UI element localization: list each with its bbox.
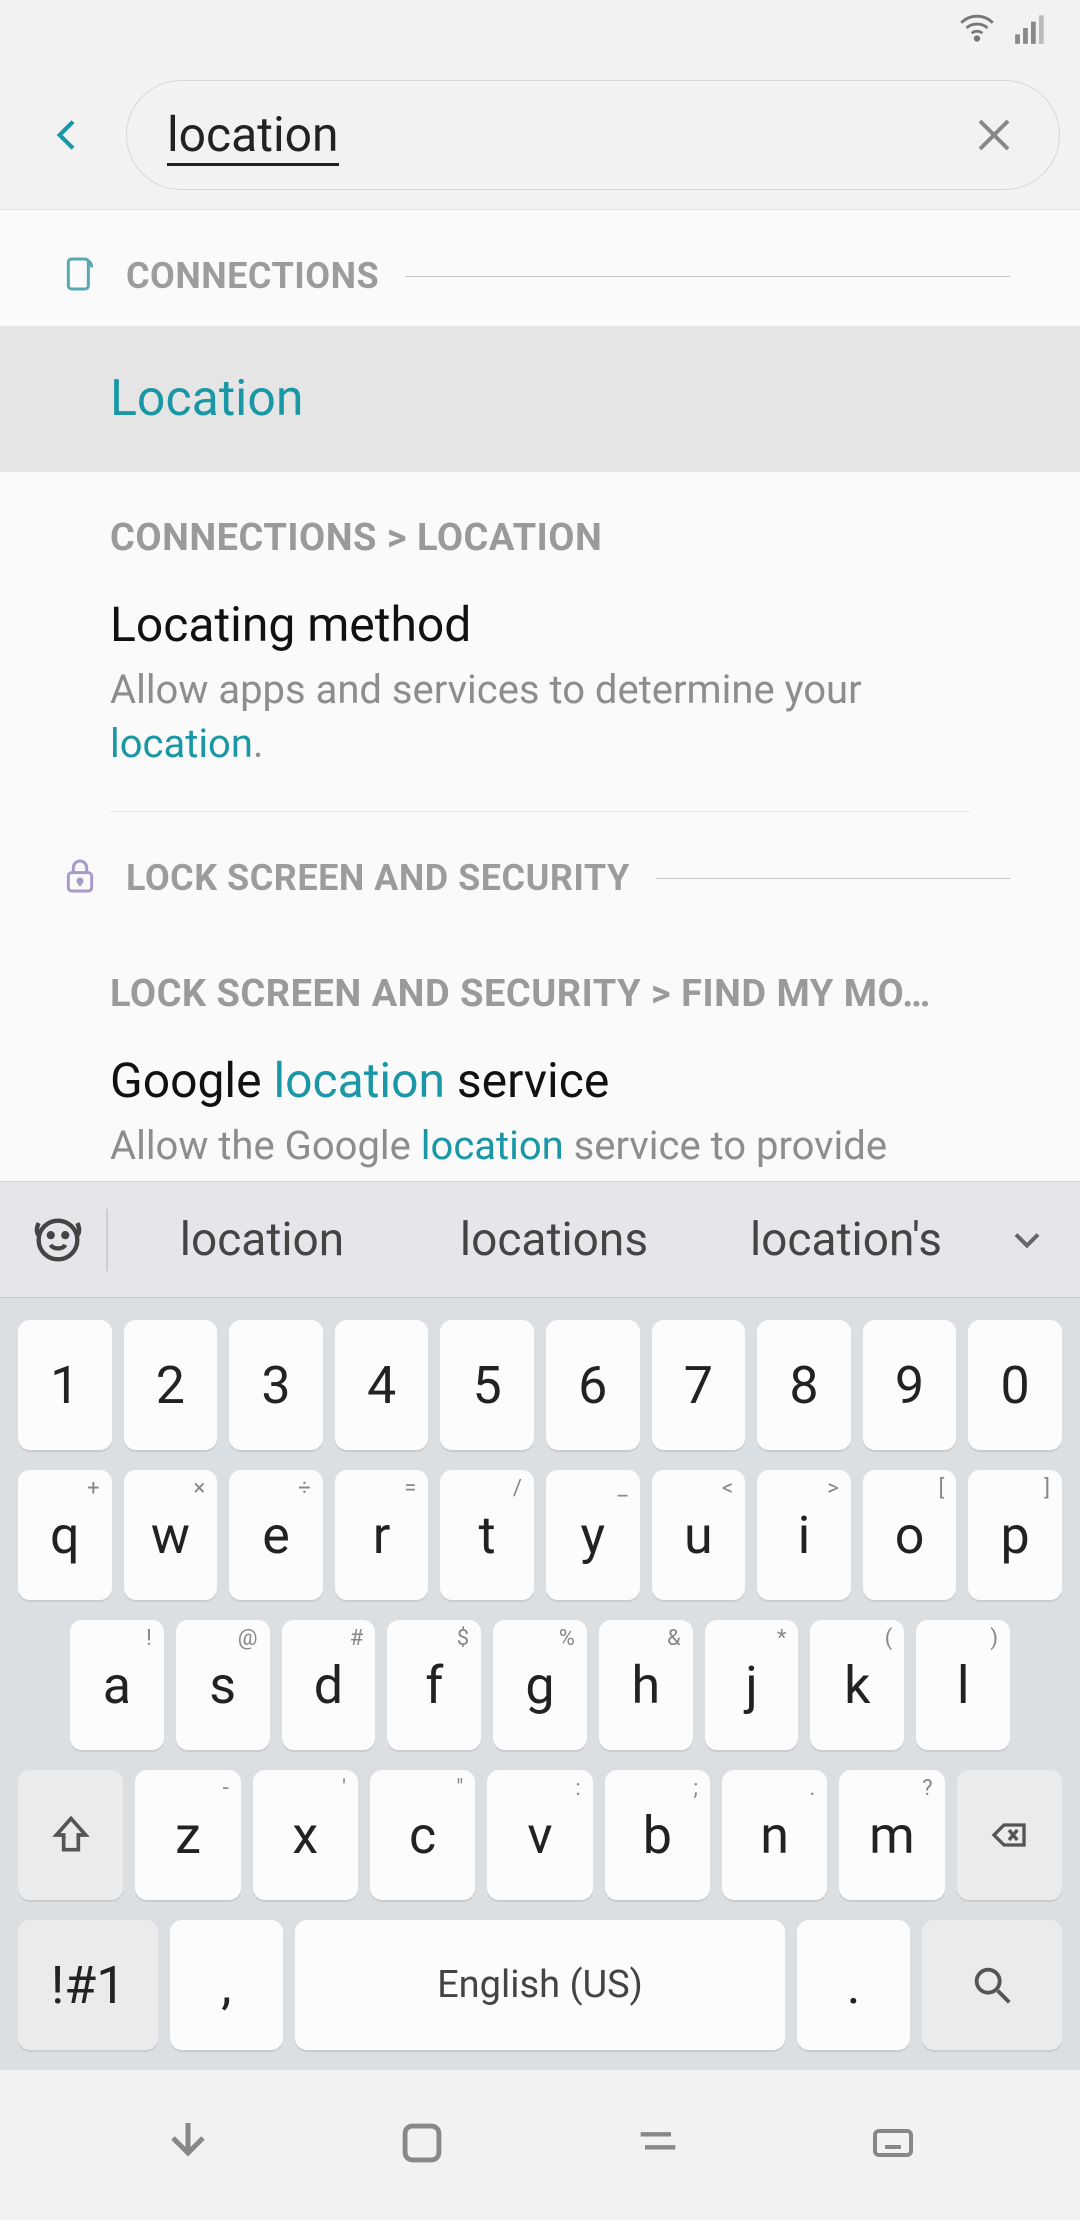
key-q[interactable]: q+ xyxy=(18,1470,112,1600)
keyboard-container: location locations location's 1234567890… xyxy=(0,1181,1080,2220)
key-1[interactable]: 1 xyxy=(18,1320,112,1450)
expand-suggestions-icon[interactable] xyxy=(992,1218,1062,1262)
divider-line xyxy=(656,878,1010,879)
search-results: CONNECTIONS Location CONNECTIONS > LOCAT… xyxy=(0,210,1080,1321)
key-l[interactable]: l) xyxy=(916,1620,1010,1750)
key-n[interactable]: n. xyxy=(722,1770,827,1900)
key-5[interactable]: 5 xyxy=(440,1320,534,1450)
key-w[interactable]: w× xyxy=(124,1470,218,1600)
search-field[interactable]: location xyxy=(126,80,1060,190)
key-b[interactable]: b; xyxy=(605,1770,710,1900)
section-header-connections: CONNECTIONS xyxy=(0,210,1080,326)
key-2[interactable]: 2 xyxy=(124,1320,218,1450)
key-o[interactable]: o[ xyxy=(863,1470,957,1600)
key-y[interactable]: y_ xyxy=(546,1470,640,1600)
key-k[interactable]: k( xyxy=(810,1620,904,1750)
hide-keyboard-icon[interactable] xyxy=(158,2113,218,2177)
search-action-key[interactable] xyxy=(922,1920,1062,2050)
key-t[interactable]: t/ xyxy=(440,1470,534,1600)
keyboard-switch-icon[interactable] xyxy=(864,2119,922,2171)
key-0[interactable]: 0 xyxy=(968,1320,1062,1450)
key-8[interactable]: 8 xyxy=(757,1320,851,1450)
key-7[interactable]: 7 xyxy=(652,1320,746,1450)
period-key[interactable]: . xyxy=(797,1920,909,2050)
key-4[interactable]: 4 xyxy=(335,1320,429,1450)
clear-search-button[interactable] xyxy=(969,110,1019,160)
back-button[interactable] xyxy=(40,107,96,163)
divider-line xyxy=(405,276,1010,277)
key-h[interactable]: h& xyxy=(599,1620,693,1750)
shift-key[interactable] xyxy=(18,1770,123,1900)
key-u[interactable]: u< xyxy=(652,1470,746,1600)
suggestion-2[interactable]: locations xyxy=(408,1213,700,1267)
navigation-bar xyxy=(0,2070,1080,2220)
key-i[interactable]: i> xyxy=(757,1470,851,1600)
divider xyxy=(106,1209,108,1271)
breadcrumb: LOCK SCREEN AND SECURITY > FIND MY MO… xyxy=(0,928,1080,1034)
search-header: location xyxy=(0,60,1080,210)
result-description: Allow apps and services to determine you… xyxy=(110,663,970,771)
key-x[interactable]: x' xyxy=(253,1770,358,1900)
suggestion-bar: location locations location's xyxy=(0,1181,1080,1297)
breadcrumb: CONNECTIONS > LOCATION xyxy=(0,472,1080,578)
spacebar[interactable]: English (US) xyxy=(295,1920,786,2050)
suggestion-1[interactable]: location xyxy=(116,1213,408,1267)
connections-icon xyxy=(60,254,100,298)
section-label: CONNECTIONS xyxy=(126,255,379,297)
section-header-lockscreen: LOCK SCREEN AND SECURITY xyxy=(0,812,1080,928)
key-r[interactable]: r= xyxy=(335,1470,429,1600)
key-v[interactable]: v: xyxy=(487,1770,592,1900)
result-title: Google location service xyxy=(110,1052,970,1109)
keyboard: 1234567890 q+w×e÷r=t/y_u<i>o[p] a!s@d#f$… xyxy=(0,1297,1080,2070)
backspace-key[interactable] xyxy=(957,1770,1062,1900)
emoji-toggle-icon[interactable] xyxy=(18,1211,98,1269)
wifi-icon xyxy=(956,7,998,53)
home-button[interactable] xyxy=(393,2114,451,2176)
key-f[interactable]: f$ xyxy=(387,1620,481,1750)
key-d[interactable]: d# xyxy=(282,1620,376,1750)
key-6[interactable]: 6 xyxy=(546,1320,640,1450)
key-a[interactable]: a! xyxy=(70,1620,164,1750)
suggestion-3[interactable]: location's xyxy=(700,1213,992,1267)
key-9[interactable]: 9 xyxy=(863,1320,957,1450)
search-input[interactable]: location xyxy=(167,106,969,163)
recents-button[interactable] xyxy=(627,2117,689,2173)
key-j[interactable]: j* xyxy=(705,1620,799,1750)
status-bar xyxy=(0,0,1080,60)
key-g[interactable]: g% xyxy=(493,1620,587,1750)
key-s[interactable]: s@ xyxy=(176,1620,270,1750)
result-title: Locating method xyxy=(110,596,970,653)
key-z[interactable]: z- xyxy=(135,1770,240,1900)
symbols-key[interactable]: !#1 xyxy=(18,1920,158,2050)
key-3[interactable]: 3 xyxy=(229,1320,323,1450)
signal-icon xyxy=(1012,9,1050,51)
key-m[interactable]: m? xyxy=(839,1770,944,1900)
lock-icon xyxy=(60,856,100,900)
key-c[interactable]: c" xyxy=(370,1770,475,1900)
key-e[interactable]: e÷ xyxy=(229,1470,323,1600)
comma-key[interactable]: , xyxy=(170,1920,282,2050)
result-location[interactable]: Location xyxy=(0,326,1080,472)
section-label: LOCK SCREEN AND SECURITY xyxy=(126,857,630,899)
result-title: Location xyxy=(110,370,970,428)
result-locating-method[interactable]: Locating method Allow apps and services … xyxy=(0,578,1080,811)
key-p[interactable]: p] xyxy=(968,1470,1062,1600)
